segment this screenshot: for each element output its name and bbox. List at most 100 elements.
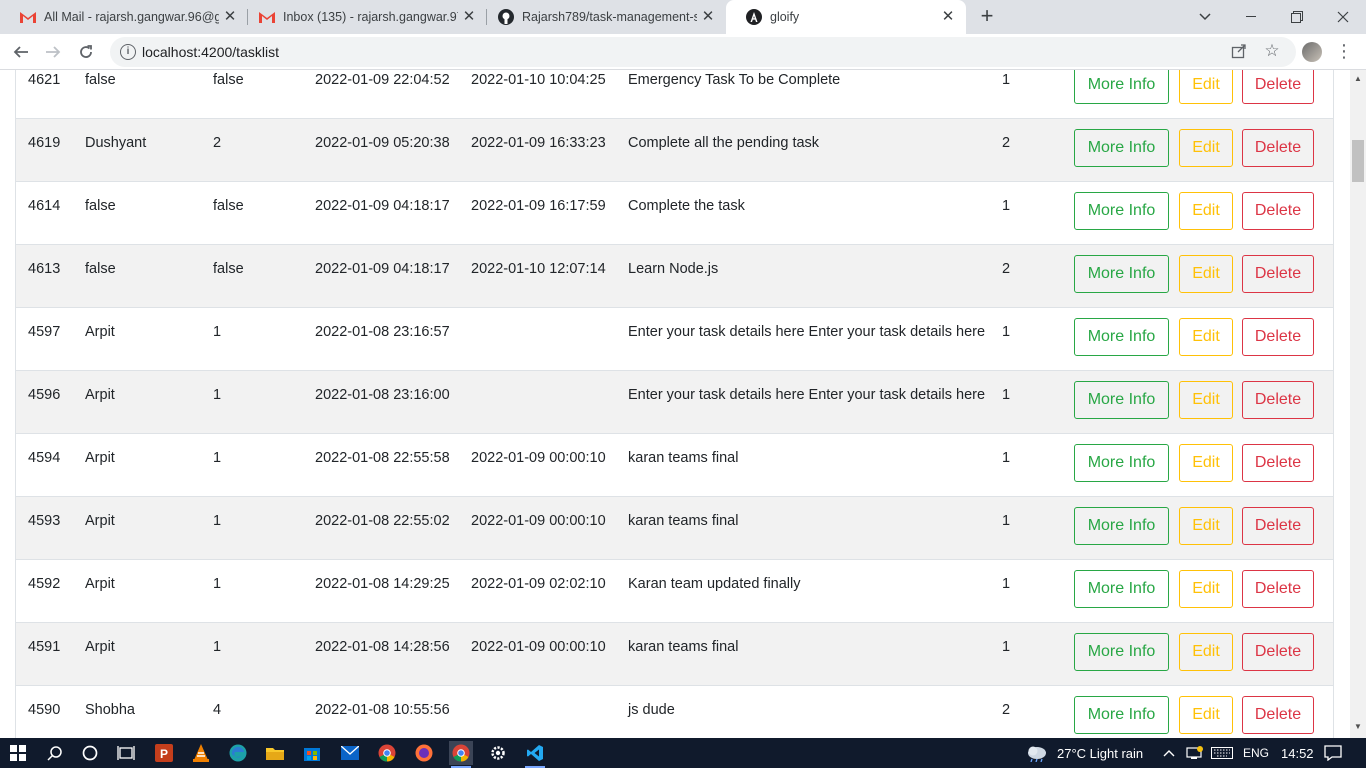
- edit-button[interactable]: Edit: [1179, 192, 1233, 230]
- task-description: Complete the task: [628, 198, 745, 214]
- more-info-button[interactable]: More Info: [1074, 570, 1169, 608]
- browser-menu-icon[interactable]: ⋮: [1334, 40, 1354, 64]
- file-explorer-icon[interactable]: [263, 741, 287, 765]
- delete-button[interactable]: Delete: [1242, 381, 1314, 419]
- task-id: 4594: [28, 450, 61, 466]
- browser-tab[interactable]: Inbox (135) - rajarsh.gangwar.97@ ✕: [239, 0, 487, 34]
- address-bar[interactable]: i localhost:4200/tasklist ☆: [110, 37, 1296, 67]
- store-icon[interactable]: [300, 741, 324, 765]
- vlc-icon[interactable]: [189, 741, 213, 765]
- delete-button[interactable]: Delete: [1242, 696, 1314, 734]
- edit-button[interactable]: Edit: [1179, 696, 1233, 734]
- task-description: Complete all the pending task: [628, 135, 820, 151]
- restore-button[interactable]: [1274, 0, 1320, 34]
- settings-gear-icon[interactable]: [486, 741, 510, 765]
- forward-icon[interactable]: [41, 40, 65, 64]
- back-icon[interactable]: [9, 40, 33, 64]
- more-info-button[interactable]: More Info: [1074, 192, 1169, 230]
- weather-text[interactable]: 27°C Light rain: [1057, 746, 1143, 761]
- cortana-icon[interactable]: [78, 741, 102, 765]
- windows-start-icon[interactable]: [6, 741, 30, 765]
- task-description: Learn Node.js: [628, 261, 719, 277]
- start-datetime: 2022-01-08 10:55:56: [315, 702, 450, 718]
- mail-icon[interactable]: [338, 741, 362, 765]
- more-info-button[interactable]: More Info: [1074, 507, 1169, 545]
- new-tab-button[interactable]: +: [975, 5, 999, 29]
- firefox-icon[interactable]: [412, 741, 436, 765]
- profile-avatar[interactable]: [1302, 42, 1322, 62]
- delete-button[interactable]: Delete: [1242, 318, 1314, 356]
- show-hidden-icons-chevron[interactable]: [1160, 741, 1178, 765]
- bookmark-star-icon[interactable]: ☆: [1262, 41, 1282, 61]
- assignee-name: false: [85, 198, 116, 214]
- assignee-name: Arpit: [85, 576, 115, 592]
- scroll-thumb[interactable]: [1352, 140, 1364, 182]
- share-icon[interactable]: [1230, 43, 1248, 61]
- more-info-button[interactable]: More Info: [1074, 129, 1169, 167]
- powerpoint-icon[interactable]: P: [152, 741, 176, 765]
- edit-button[interactable]: Edit: [1179, 507, 1233, 545]
- more-info-button[interactable]: More Info: [1074, 381, 1169, 419]
- table-row: 4614 false false 2022-01-09 04:18:17 2022-01…: [16, 181, 1333, 244]
- edit-button[interactable]: Edit: [1179, 570, 1233, 608]
- edit-button[interactable]: Edit: [1179, 255, 1233, 293]
- task-view-icon[interactable]: [114, 741, 138, 765]
- edit-button[interactable]: Edit: [1179, 129, 1233, 167]
- scroll-up-icon[interactable]: ▲: [1350, 74, 1366, 86]
- edit-button[interactable]: Edit: [1179, 70, 1233, 104]
- language-indicator[interactable]: ENG: [1243, 746, 1269, 760]
- edit-button[interactable]: Edit: [1179, 381, 1233, 419]
- task-priority: 1: [1002, 513, 1011, 529]
- delete-button[interactable]: Delete: [1242, 633, 1314, 671]
- edge-icon[interactable]: [226, 741, 250, 765]
- task-id: 4591: [28, 639, 61, 655]
- chrome-icon[interactable]: [375, 741, 399, 765]
- delete-button[interactable]: Delete: [1242, 192, 1314, 230]
- delete-button[interactable]: Delete: [1242, 444, 1314, 482]
- site-info-icon[interactable]: i: [120, 44, 136, 60]
- tab-search-button[interactable]: [1182, 0, 1228, 34]
- chrome-active-icon[interactable]: [449, 741, 473, 768]
- more-info-button[interactable]: More Info: [1074, 633, 1169, 671]
- assignee-name: Arpit: [85, 513, 115, 529]
- vscode-icon[interactable]: [523, 741, 547, 768]
- more-info-button[interactable]: More Info: [1074, 318, 1169, 356]
- edit-button[interactable]: Edit: [1179, 633, 1233, 671]
- search-icon[interactable]: [43, 741, 67, 765]
- task-field: 1: [213, 387, 222, 403]
- close-icon[interactable]: ✕: [940, 9, 956, 25]
- keyboard-icon[interactable]: [1209, 741, 1235, 765]
- delete-button[interactable]: Delete: [1242, 570, 1314, 608]
- page-scrollbar[interactable]: ▲ ▼: [1350, 70, 1366, 738]
- task-priority: 1: [1002, 324, 1011, 340]
- delete-button[interactable]: Delete: [1242, 507, 1314, 545]
- more-info-button[interactable]: More Info: [1074, 70, 1169, 104]
- weather-icon[interactable]: [1024, 741, 1050, 765]
- edit-button[interactable]: Edit: [1179, 318, 1233, 356]
- close-icon[interactable]: ✕: [700, 9, 716, 25]
- gmail-icon: [259, 9, 275, 25]
- delete-button[interactable]: Delete: [1242, 70, 1314, 104]
- task-description: Enter your task details here Enter your …: [628, 324, 986, 340]
- end-datetime: 2022-01-09 00:00:10: [471, 450, 606, 466]
- delete-button[interactable]: Delete: [1242, 129, 1314, 167]
- browser-tab[interactable]: Rajarsh789/task-management-sy ✕: [478, 0, 726, 34]
- close-icon[interactable]: ✕: [461, 9, 477, 25]
- network-icon[interactable]: [1183, 741, 1205, 765]
- delete-button[interactable]: Delete: [1242, 255, 1314, 293]
- minimize-button[interactable]: [1228, 0, 1274, 34]
- notification-center-icon[interactable]: [1322, 741, 1344, 765]
- browser-tab[interactable]: All Mail - rajarsh.gangwar.96@gm ✕: [0, 0, 248, 34]
- table-row: 4613 false false 2022-01-09 04:18:17 2022-01…: [16, 244, 1333, 307]
- clock-time[interactable]: 14:52: [1281, 746, 1314, 761]
- more-info-button[interactable]: More Info: [1074, 444, 1169, 482]
- reload-icon[interactable]: [74, 40, 98, 64]
- edit-button[interactable]: Edit: [1179, 444, 1233, 482]
- close-window-button[interactable]: [1320, 0, 1366, 34]
- table-row: 4594 Arpit 1 2022-01-08 22:55:58 2022-01-09 …: [16, 433, 1333, 496]
- browser-tab-active[interactable]: gloify ✕: [726, 0, 966, 34]
- more-info-button[interactable]: More Info: [1074, 696, 1169, 734]
- more-info-button[interactable]: More Info: [1074, 255, 1169, 293]
- scroll-down-icon[interactable]: ▼: [1350, 722, 1366, 734]
- close-icon[interactable]: ✕: [222, 9, 238, 25]
